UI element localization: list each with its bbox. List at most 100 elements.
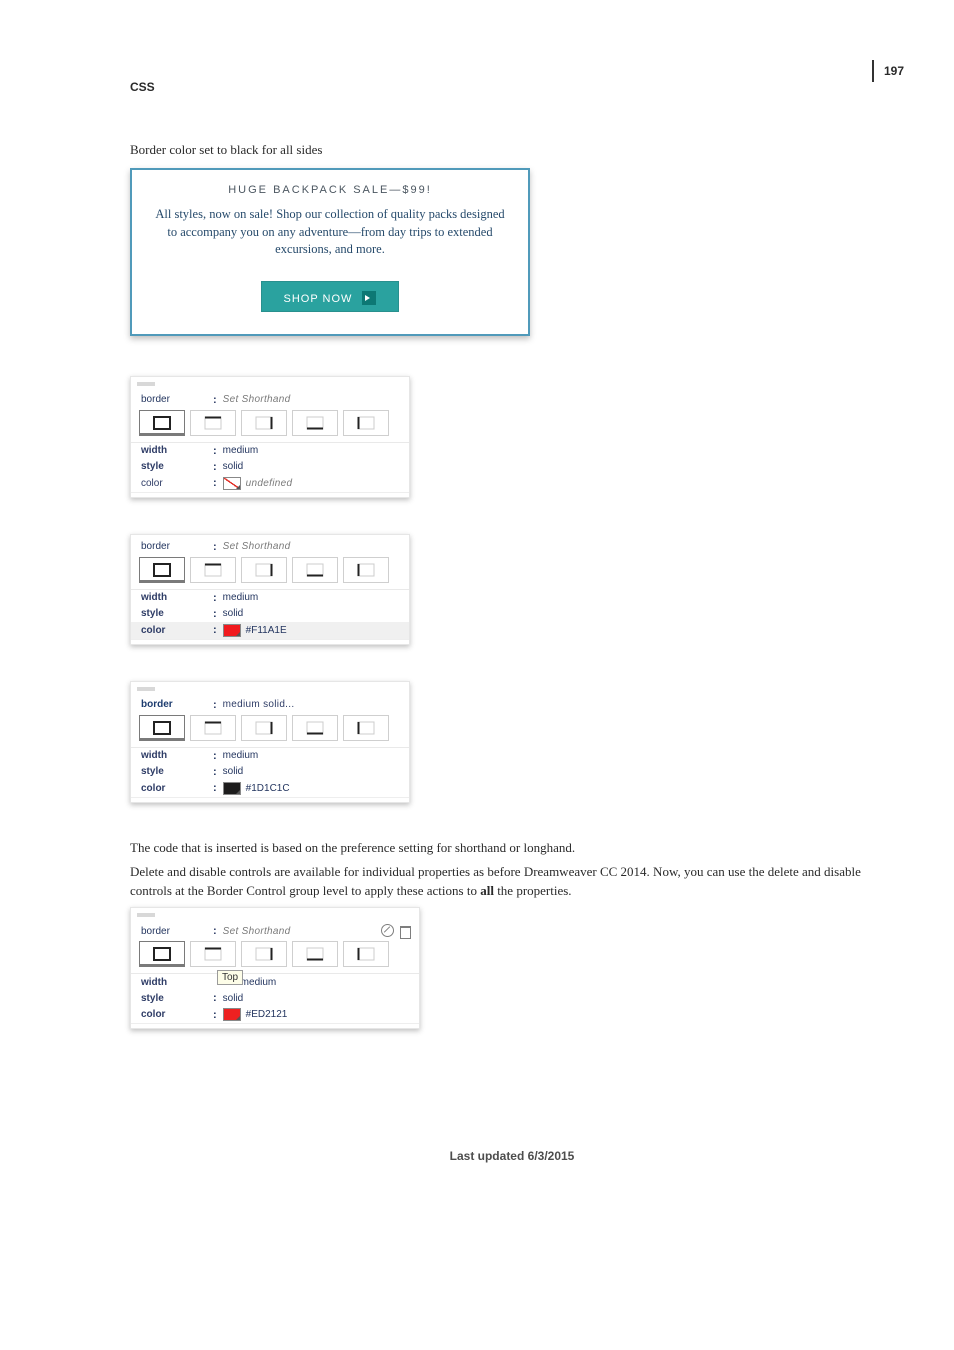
colon: : bbox=[213, 750, 217, 762]
colon: : bbox=[213, 445, 217, 457]
color-value[interactable]: undefined bbox=[246, 478, 293, 489]
border-shorthand-row: border : Set Shorthand bbox=[131, 388, 409, 410]
border-label: border bbox=[141, 541, 191, 552]
style-label: style bbox=[141, 461, 191, 472]
style-label: style bbox=[141, 608, 191, 619]
colon: : bbox=[213, 592, 217, 604]
top-side-tab[interactable] bbox=[190, 557, 236, 583]
width-label: width bbox=[141, 977, 191, 988]
paragraph-1: The code that is inserted is based on th… bbox=[130, 839, 894, 858]
border-shorthand-input[interactable]: Set Shorthand bbox=[223, 926, 291, 937]
border-panel-2: border : Set Shorthand width : medium st… bbox=[130, 534, 410, 645]
top-side-icon bbox=[204, 563, 222, 577]
last-updated: Last updated 6/3/2015 bbox=[130, 1149, 894, 1163]
panel-drag-handle[interactable] bbox=[137, 687, 155, 691]
side-tabs-row bbox=[131, 410, 409, 443]
top-side-icon bbox=[204, 721, 222, 735]
colon: : bbox=[213, 925, 217, 937]
panel-footer bbox=[131, 639, 409, 644]
style-label: style bbox=[141, 766, 191, 777]
width-value[interactable]: medium bbox=[223, 592, 259, 603]
color-swatch[interactable] bbox=[223, 624, 241, 637]
ad-preview: HUGE BACKPACK SALE—$99! All styles, now … bbox=[130, 168, 530, 336]
colon: : bbox=[213, 1009, 217, 1021]
page-number: 197 bbox=[872, 60, 904, 82]
colon: : bbox=[213, 608, 217, 620]
left-side-icon bbox=[357, 563, 375, 577]
all-sides-icon bbox=[153, 721, 171, 735]
shop-now-label: SHOP NOW bbox=[284, 293, 353, 305]
left-side-tab[interactable] bbox=[343, 557, 389, 583]
color-value[interactable]: #1D1C1C bbox=[246, 783, 290, 794]
all-sides-icon bbox=[153, 563, 171, 577]
bottom-side-icon bbox=[306, 563, 324, 577]
top-side-icon bbox=[204, 947, 222, 961]
all-sides-icon bbox=[153, 947, 171, 961]
top-side-tab[interactable] bbox=[190, 410, 236, 436]
color-row: color : undefined bbox=[131, 475, 409, 492]
bottom-side-icon bbox=[306, 416, 324, 430]
left-side-tab[interactable] bbox=[343, 410, 389, 436]
all-sides-tab[interactable] bbox=[139, 410, 185, 436]
style-value[interactable]: solid bbox=[223, 461, 244, 472]
border-shorthand-row: border : medium solid... bbox=[131, 693, 409, 715]
left-side-tab[interactable] bbox=[343, 941, 389, 967]
right-side-icon bbox=[255, 416, 273, 430]
disable-icon[interactable] bbox=[381, 924, 394, 937]
width-value[interactable]: medium bbox=[223, 445, 259, 456]
color-swatch-undefined[interactable] bbox=[223, 477, 241, 490]
right-side-tab[interactable] bbox=[241, 941, 287, 967]
bottom-side-tab[interactable] bbox=[292, 557, 338, 583]
border-panel-4: border : Set Shorthand Top width : mediu… bbox=[130, 907, 420, 1029]
all-sides-tab[interactable] bbox=[139, 941, 185, 967]
left-side-icon bbox=[357, 416, 375, 430]
style-value[interactable]: solid bbox=[223, 608, 244, 619]
top-side-tab[interactable] bbox=[190, 941, 236, 967]
width-row: width : medium bbox=[131, 443, 409, 459]
shop-now-button[interactable]: SHOP NOW bbox=[261, 281, 400, 312]
panel-drag-handle[interactable] bbox=[137, 382, 155, 386]
width-label: width bbox=[141, 445, 191, 456]
panel-actions bbox=[381, 924, 411, 937]
color-value[interactable]: #F11A1E bbox=[246, 625, 287, 636]
colon: : bbox=[213, 541, 217, 553]
tooltip-top: Top bbox=[217, 970, 243, 985]
top-side-tab[interactable] bbox=[190, 715, 236, 741]
section-heading: CSS bbox=[130, 80, 894, 94]
border-shorthand-input[interactable]: Set Shorthand bbox=[223, 394, 291, 405]
paragraph-2-bold: all bbox=[480, 883, 494, 898]
left-side-icon bbox=[357, 721, 375, 735]
style-row: style : solid bbox=[131, 990, 419, 1006]
color-row: color : #ED2121 bbox=[131, 1006, 419, 1023]
border-shorthand-input[interactable]: Set Shorthand bbox=[223, 541, 291, 552]
style-value[interactable]: solid bbox=[223, 766, 244, 777]
width-row: width : medium bbox=[131, 974, 419, 990]
left-side-tab[interactable] bbox=[343, 715, 389, 741]
ad-copy: All styles, now on sale! Shop our collec… bbox=[150, 206, 510, 259]
width-value[interactable]: medium bbox=[241, 977, 277, 988]
width-value[interactable]: medium bbox=[223, 750, 259, 761]
style-value[interactable]: solid bbox=[223, 993, 244, 1004]
delete-icon[interactable] bbox=[398, 924, 411, 937]
top-side-icon bbox=[204, 416, 222, 430]
color-value[interactable]: #ED2121 bbox=[246, 1009, 288, 1020]
bottom-side-tab[interactable] bbox=[292, 941, 338, 967]
bottom-side-tab[interactable] bbox=[292, 410, 338, 436]
color-label: color bbox=[141, 478, 191, 489]
all-sides-tab[interactable] bbox=[139, 715, 185, 741]
all-sides-tab[interactable] bbox=[139, 557, 185, 583]
color-swatch[interactable] bbox=[223, 1008, 241, 1021]
side-tabs-row bbox=[131, 941, 419, 974]
bottom-side-icon bbox=[306, 947, 324, 961]
color-swatch[interactable] bbox=[223, 782, 241, 795]
side-tabs-row bbox=[131, 715, 409, 748]
ad-title: HUGE BACKPACK SALE—$99! bbox=[150, 184, 510, 196]
right-side-tab[interactable] bbox=[241, 410, 287, 436]
color-label: color bbox=[141, 625, 191, 636]
bottom-side-tab[interactable] bbox=[292, 715, 338, 741]
border-shorthand-input[interactable]: medium solid... bbox=[223, 699, 295, 710]
panel-drag-handle[interactable] bbox=[137, 913, 155, 917]
right-side-tab[interactable] bbox=[241, 557, 287, 583]
color-row: color : #F11A1E bbox=[131, 622, 409, 639]
right-side-tab[interactable] bbox=[241, 715, 287, 741]
